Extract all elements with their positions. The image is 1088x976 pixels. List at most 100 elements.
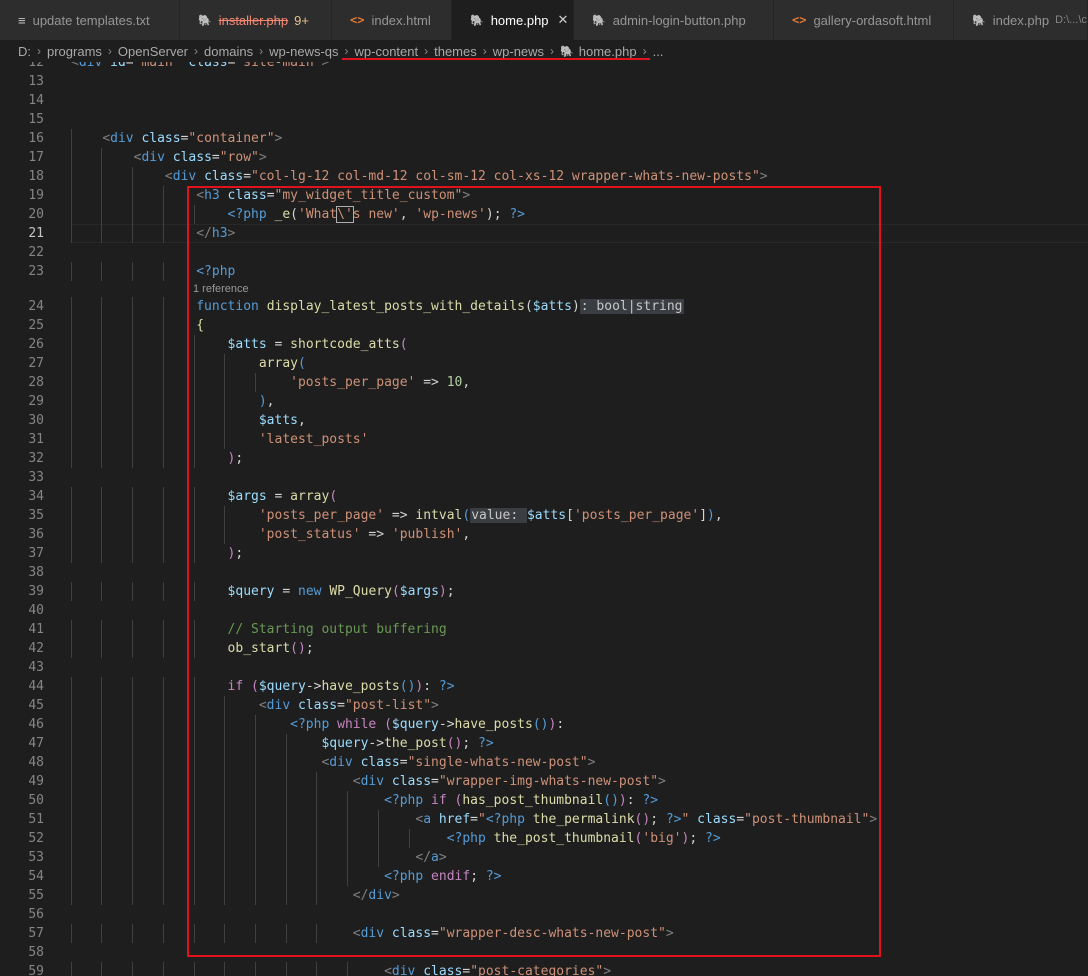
- breadcrumb-item[interactable]: home.php: [579, 44, 637, 59]
- indent-guide: [132, 167, 133, 186]
- indent-guide: [132, 810, 133, 829]
- code-line[interactable]: 13: [0, 72, 1088, 91]
- chevron-right-icon: ›: [642, 44, 647, 58]
- indent-guide: [132, 316, 133, 335]
- indent-guide: [101, 167, 102, 186]
- line-number: 36: [28, 527, 44, 542]
- breadcrumb-item[interactable]: OpenServer: [118, 44, 188, 59]
- indent-guide: [101, 924, 102, 943]
- indent-guide: [163, 867, 164, 886]
- indent-guide: [194, 962, 195, 976]
- line-number: 44: [28, 679, 44, 694]
- tab-home-php[interactable]: 🐘 home.php ✕: [452, 0, 574, 40]
- indent-guide: [101, 753, 102, 772]
- tab-label: installer.php: [218, 12, 289, 28]
- indent-guide: [163, 677, 164, 696]
- indent-guide: [316, 962, 317, 976]
- line-number: 12: [28, 62, 44, 70]
- line-number: 58: [28, 945, 44, 960]
- breadcrumb-item[interactable]: programs: [47, 44, 102, 59]
- line-number: 30: [28, 413, 44, 428]
- indent-guide: [132, 677, 133, 696]
- indent-guide: [132, 962, 133, 976]
- line-number: 42: [28, 641, 44, 656]
- code-text: <div class="post-categories">: [384, 964, 612, 976]
- indent-guide: [101, 335, 102, 354]
- indent-guide: [71, 772, 72, 791]
- tab-index-html[interactable]: <> index.html: [332, 0, 452, 40]
- indent-guide: [71, 525, 72, 544]
- tab-admin-login-button-php[interactable]: 🐘 admin-login-button.php: [574, 0, 774, 40]
- indent-guide: [101, 867, 102, 886]
- indent-guide: [101, 262, 102, 281]
- indent-guide: [163, 430, 164, 449]
- indent-guide: [132, 829, 133, 848]
- code-line[interactable]: 15: [0, 110, 1088, 129]
- breadcrumb-item[interactable]: wp-content: [355, 44, 419, 59]
- line-number: 52: [28, 831, 44, 846]
- code-text: {: [196, 318, 205, 333]
- line-number: 50: [28, 793, 44, 808]
- indent-guide: [101, 430, 102, 449]
- indent-guide: [132, 354, 133, 373]
- line-number: 31: [28, 432, 44, 447]
- line-number: 51: [28, 812, 44, 827]
- line-number: 55: [28, 888, 44, 903]
- breadcrumb-item[interactable]: wp-news: [493, 44, 544, 59]
- indent-guide: [132, 772, 133, 791]
- indent-guide: [132, 753, 133, 772]
- line-number: 57: [28, 926, 44, 941]
- breadcrumb-item[interactable]: D:: [18, 44, 31, 59]
- code-line[interactable]: 18 <div class="col-lg-12 col-md-12 col-s…: [0, 167, 1088, 186]
- indent-guide: [71, 829, 72, 848]
- chevron-right-icon: ›: [550, 44, 555, 58]
- indent-guide: [71, 167, 72, 186]
- code-line[interactable]: 14: [0, 91, 1088, 110]
- indent-guide: [101, 639, 102, 658]
- code-line[interactable]: 59 <div class="post-categories">: [0, 962, 1088, 976]
- php-file-icon: 🐘: [592, 14, 606, 27]
- indent-guide: [132, 924, 133, 943]
- close-icon[interactable]: ✕: [558, 12, 569, 28]
- line-number: 18: [28, 169, 44, 184]
- breadcrumb-item[interactable]: ...: [653, 44, 664, 59]
- indent-guide: [163, 449, 164, 468]
- indent-guide: [163, 297, 164, 316]
- indent-guide: [101, 411, 102, 430]
- code-line[interactable]: 17 <div class="row">: [0, 148, 1088, 167]
- indent-guide: [132, 224, 133, 243]
- breadcrumb-item[interactable]: wp-news-qs: [269, 44, 338, 59]
- tab-label: gallery-ordasoft.html: [813, 12, 932, 28]
- indent-guide: [163, 354, 164, 373]
- indent-guide: [101, 696, 102, 715]
- tab-path-hint: D:\...\c: [1055, 14, 1087, 26]
- indent-guide: [132, 639, 133, 658]
- indent-guide: [101, 810, 102, 829]
- indent-guide: [101, 205, 102, 224]
- indent-guide: [101, 734, 102, 753]
- indent-guide: [132, 205, 133, 224]
- code-text: <div class="container">: [102, 131, 283, 146]
- tab-index-php[interactable]: 🐘 index.php D:\...\c: [954, 0, 1088, 40]
- line-number: 25: [28, 318, 44, 333]
- breadcrumb-item[interactable]: themes: [434, 44, 477, 59]
- indent-guide: [132, 886, 133, 905]
- tab-update-templates-txt[interactable]: ≡ update templates.txt: [0, 0, 180, 40]
- indent-guide: [163, 829, 164, 848]
- line-number: 43: [28, 660, 44, 675]
- indent-guide: [71, 430, 72, 449]
- tab-gallery-ordasoft-html[interactable]: <> gallery-ordasoft.html: [774, 0, 954, 40]
- indent-guide: [71, 411, 72, 430]
- breadcrumb-item[interactable]: domains: [204, 44, 253, 59]
- indent-guide: [101, 224, 102, 243]
- line-number: 26: [28, 337, 44, 352]
- tab-installer-php[interactable]: 🐘 installer.php 9+: [180, 0, 332, 40]
- indent-guide: [132, 411, 133, 430]
- line-number: 35: [28, 508, 44, 523]
- indent-guide: [163, 753, 164, 772]
- indent-guide: [163, 734, 164, 753]
- code-line[interactable]: 12 <div id="main" class="site-main">: [0, 62, 1088, 72]
- code-line[interactable]: 16 <div class="container">: [0, 129, 1088, 148]
- indent-guide: [101, 962, 102, 976]
- indent-guide: [132, 297, 133, 316]
